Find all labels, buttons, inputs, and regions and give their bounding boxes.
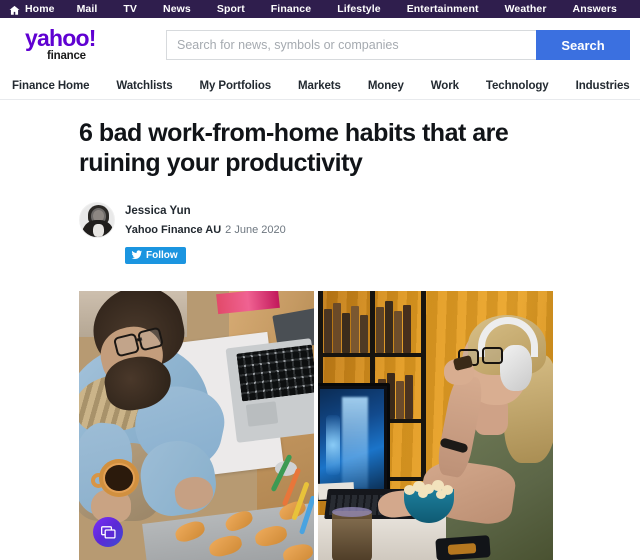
nav-item-weather[interactable]: Weather — [505, 0, 560, 18]
nav-item-mail-label: Mail — [76, 3, 98, 15]
gallery-images-icon — [100, 525, 116, 539]
nav-item-weather-label: Weather — [504, 3, 547, 15]
lead-photo-right[interactable] — [318, 291, 553, 560]
finance-nav-item-markets[interactable]: Markets — [298, 72, 341, 99]
nav-item-home[interactable]: Home — [9, 0, 63, 18]
home-icon — [9, 4, 20, 15]
finance-nav-item-finance-home[interactable]: Finance Home — [12, 72, 90, 99]
site-header: yahoo! finance Search — [0, 18, 640, 72]
nav-item-lifestyle[interactable]: Lifestyle — [337, 0, 394, 18]
byline: Jessica Yun Yahoo Finance AU 2 June 2020 … — [79, 202, 640, 265]
nav-item-news[interactable]: News — [163, 0, 204, 18]
finance-nav-item-work[interactable]: Work — [431, 72, 459, 99]
search-input[interactable] — [166, 30, 536, 60]
nav-item-news-label: News — [163, 3, 191, 15]
nav-item-sport-label: Sport — [216, 3, 245, 15]
lead-photo-left[interactable] — [79, 291, 314, 560]
gallery-badge-button[interactable] — [93, 517, 123, 548]
finance-wordmark: finance — [47, 50, 86, 63]
universal-nav: Home Mail TV News Sport Finance Lifestyl… — [0, 0, 640, 18]
finance-nav-item-money[interactable]: Money — [368, 72, 404, 99]
nav-item-sport[interactable]: Sport — [217, 0, 258, 18]
nav-item-answers[interactable]: Answers — [573, 0, 630, 18]
search-button[interactable]: Search — [536, 30, 630, 60]
nav-item-tv-label: TV — [123, 3, 138, 15]
finance-nav-item-industries[interactable]: Industries — [576, 72, 630, 99]
finance-nav: Finance Home Watchlists My Portfolios Ma… — [0, 72, 640, 100]
avatar — [79, 202, 115, 238]
lead-media — [79, 291, 553, 560]
yahoo-wordmark: yahoo! — [25, 24, 96, 51]
nav-item-entertainment[interactable]: Entertainment — [407, 0, 492, 18]
author-name[interactable]: Jessica Yun — [125, 203, 286, 220]
twitter-follow-button[interactable]: Follow — [125, 246, 186, 264]
nav-item-answers-label: Answers — [572, 3, 617, 15]
publication-name: Yahoo Finance AU — [125, 224, 222, 237]
finance-nav-item-my-portfolios[interactable]: My Portfolios — [200, 72, 272, 99]
nav-item-tv[interactable]: TV — [123, 0, 150, 18]
search-bar: Search — [166, 30, 630, 60]
finance-nav-item-technology[interactable]: Technology — [486, 72, 549, 99]
nav-item-entertainment-label: Entertainment — [406, 3, 479, 15]
nav-item-lifestyle-label: Lifestyle — [337, 3, 381, 15]
page-title: 6 bad work-from-home habits that are rui… — [79, 119, 509, 177]
nav-item-mail[interactable]: Mail — [77, 0, 111, 18]
publish-date: 2 June 2020 — [225, 224, 286, 237]
nav-item-home-label: Home — [25, 3, 55, 15]
nav-item-finance[interactable]: Finance — [271, 0, 324, 18]
finance-nav-item-watchlists[interactable]: Watchlists — [116, 72, 172, 99]
twitter-bird-icon — [131, 250, 143, 260]
yahoo-finance-logo[interactable]: yahoo! finance — [20, 24, 138, 63]
nav-item-finance-label: Finance — [270, 3, 312, 15]
article-body: 6 bad work-from-home habits that are rui… — [0, 100, 640, 560]
follow-label: Follow — [146, 249, 178, 261]
